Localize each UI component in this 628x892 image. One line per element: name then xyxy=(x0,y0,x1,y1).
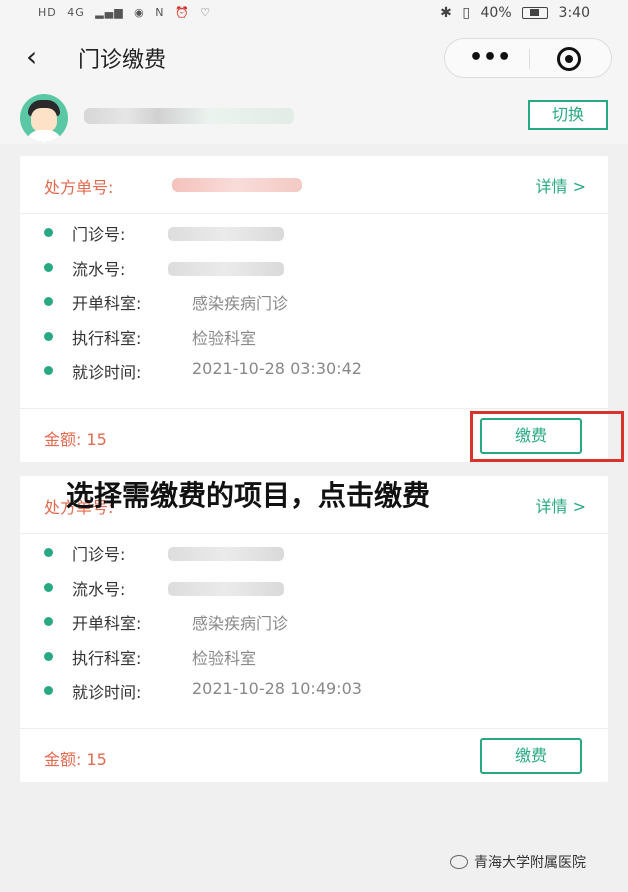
bullet-icon xyxy=(44,686,53,695)
value-redacted xyxy=(168,227,284,241)
rx-number-label: 处方单号: xyxy=(44,178,114,197)
bullet-icon xyxy=(44,262,53,272)
row-label: 流水号: xyxy=(72,579,126,599)
prescription-card: 处方单号: 详情 > 门诊号: 流水号: 开单科室: 感染疾病门诊 执行科室: … xyxy=(20,476,608,782)
vibrate-icon: ▯ xyxy=(462,5,471,21)
avatar xyxy=(20,94,68,142)
battery-icon xyxy=(522,7,549,19)
row-label: 就诊时间: xyxy=(72,363,142,382)
heart-icon: ♡ xyxy=(200,6,212,19)
info-row: 就诊时间: 2021-10-28 10:49:03 xyxy=(20,672,608,707)
amount-label: 金额: 15 xyxy=(44,430,107,449)
instruction-caption: 选择需缴费的项目，点击缴费 xyxy=(66,479,431,512)
watermark: 青海大学附属医院 xyxy=(450,852,586,872)
clock: 3:40 xyxy=(558,5,590,21)
user-bar: 切换 xyxy=(0,86,628,144)
more-icon[interactable]: ••• xyxy=(469,43,511,73)
signal-4g-icon: 4G xyxy=(67,6,85,19)
status-icons-left: HD 4G ▂▄▆ ◉ N ⏰ ♡ xyxy=(38,6,217,19)
watermark-text: 青海大学附属医院 xyxy=(474,855,586,871)
battery-percent: 40% xyxy=(480,5,512,21)
bullet-icon xyxy=(44,366,53,375)
detail-link[interactable]: 详情 > xyxy=(536,493,587,517)
value-redacted xyxy=(168,547,284,561)
page-title: 门诊缴费 xyxy=(78,48,167,73)
row-label: 就诊时间: xyxy=(72,683,142,702)
row-value: 检验科室 xyxy=(192,648,257,668)
row-value: 2021-10-28 03:30:42 xyxy=(192,359,362,378)
info-row: 门诊号: xyxy=(20,534,608,569)
info-row: 就诊时间: 2021-10-28 03:30:42 xyxy=(20,352,608,387)
bullet-icon xyxy=(44,548,53,557)
row-label: 执行科室: xyxy=(72,328,142,348)
avatar-face xyxy=(31,108,57,132)
row-label: 门诊号: xyxy=(72,225,126,244)
status-icons-right: ✱ ▯ 40% 3:40 xyxy=(434,5,590,21)
info-row: 执行科室: 检验科室 xyxy=(20,638,608,673)
info-row: 流水号: xyxy=(20,569,608,604)
value-redacted xyxy=(168,261,284,276)
card-header: 处方单号: 详情 > xyxy=(20,156,608,214)
value-redacted xyxy=(168,581,284,596)
row-label: 开单科室: xyxy=(72,294,142,313)
status-bar: HD 4G ▂▄▆ ◉ N ⏰ ♡ ✱ ▯ 40% 3:40 xyxy=(0,0,628,30)
bullet-icon xyxy=(44,582,53,592)
bullet-icon xyxy=(44,228,53,237)
eye-icon: ◉ xyxy=(134,6,145,19)
bluetooth-icon: ✱ xyxy=(440,5,452,21)
info-row: 开单科室: 感染疾病门诊 xyxy=(20,283,608,318)
user-name-redacted xyxy=(84,108,294,124)
bullet-icon xyxy=(44,297,53,306)
info-row: 开单科室: 感染疾病门诊 xyxy=(20,603,608,638)
capsule-divider xyxy=(529,49,530,69)
hd-icon: HD xyxy=(38,6,57,19)
row-value: 检验科室 xyxy=(192,328,257,348)
nav-bar: ‹ 门诊缴费 ••• xyxy=(0,30,628,86)
card-footer: 金额: 15 缴费 xyxy=(20,728,608,782)
row-value: 2021-10-28 10:49:03 xyxy=(192,679,362,698)
signal-icon: ▂▄▆ xyxy=(95,6,124,19)
bullet-icon xyxy=(44,617,53,626)
miniapp-capsule: ••• xyxy=(444,38,612,78)
nfc-icon: N xyxy=(155,6,165,19)
bullet-icon xyxy=(44,651,53,661)
wechat-icon xyxy=(450,855,468,869)
bullet-icon xyxy=(44,331,53,341)
row-label: 流水号: xyxy=(72,259,126,279)
card-info-list: 门诊号: 流水号: 开单科室: 感染疾病门诊 执行科室: 检验科室 就诊时间: … xyxy=(20,214,608,387)
info-row: 流水号: xyxy=(20,249,608,284)
highlight-box xyxy=(470,411,624,462)
row-label: 开单科室: xyxy=(72,614,142,633)
avatar-body xyxy=(26,130,62,142)
detail-link[interactable]: 详情 > xyxy=(536,173,587,197)
back-icon[interactable]: ‹ xyxy=(26,40,54,74)
alarm-icon: ⏰ xyxy=(175,6,190,19)
info-row: 门诊号: xyxy=(20,214,608,249)
row-label: 执行科室: xyxy=(72,648,142,668)
amount-label: 金额: 15 xyxy=(44,750,107,769)
switch-button[interactable]: 切换 xyxy=(528,100,608,130)
row-value: 感染疾病门诊 xyxy=(192,294,289,313)
rx-number-redacted xyxy=(172,178,302,192)
row-value: 感染疾病门诊 xyxy=(192,614,289,633)
info-row: 执行科室: 检验科室 xyxy=(20,318,608,353)
target-icon[interactable] xyxy=(557,47,581,71)
pay-button[interactable]: 缴费 xyxy=(480,738,582,774)
row-label: 门诊号: xyxy=(72,545,126,564)
card-info-list: 门诊号: 流水号: 开单科室: 感染疾病门诊 执行科室: 检验科室 就诊时间: … xyxy=(20,534,608,707)
battery-fill xyxy=(530,9,540,16)
